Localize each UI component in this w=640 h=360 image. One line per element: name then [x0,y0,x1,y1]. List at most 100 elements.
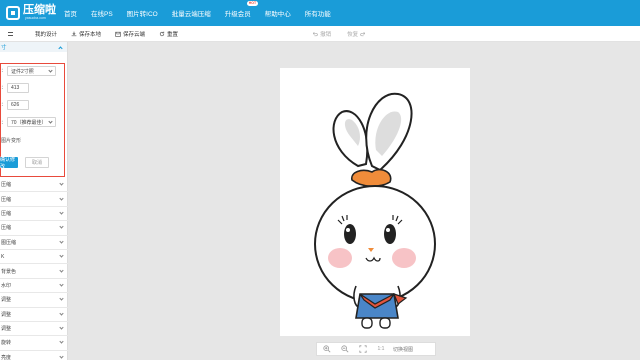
undo-icon [313,31,318,36]
chevron-down-icon [59,210,64,215]
tool-accordion-list: 压缩 压缩 压缩 压缩 图压缩 K 背景色 水印 调整 调整 调整 旋转 亮度 [0,178,68,360]
deform-option[interactable]: 图片变形 [1,137,21,144]
accordion-item[interactable]: 调整 [0,322,68,337]
hot-badge: HOT [246,1,259,6]
chevron-down-icon [59,224,64,229]
zoom-toolbar: 1:1 切换视图 [316,342,436,356]
logo-subtitle: yasuoba.com [25,16,46,20]
chevron-down-icon [48,118,53,124]
width-input[interactable]: 413 [7,83,29,93]
cancel-button[interactable]: 取消 [25,157,49,168]
save-cloud-label: 保存云端 [123,31,146,38]
accordion-label: 亮度 [1,354,12,360]
save-local-label: 保存本地 [79,31,102,38]
fit-screen-icon[interactable] [357,345,369,353]
accordion-item[interactable]: K [0,250,68,265]
accordion-item[interactable]: 图压缩 [0,236,68,250]
nav-all-features[interactable]: 所有功能 [305,8,331,18]
zoom-out-icon[interactable] [339,345,351,353]
tool-sidebar: 寸 ： 证件2寸照 ： 413 ： 626 ： 70（推荐最佳） 图片变形 确认… [0,42,68,360]
undo-button[interactable]: 撤销 [312,30,331,38]
chevron-down-icon [59,296,64,301]
accordion-label: 背景色 [1,268,17,275]
height-input[interactable]: 626 [7,100,29,110]
accordion-label: 调整 [1,311,12,318]
menu-button[interactable] [8,31,13,36]
toggle-view-button[interactable]: 切换视图 [393,346,413,353]
resize-section-header[interactable]: 寸 [0,42,67,52]
chevron-down-icon [59,239,64,244]
accordion-label: K [1,253,5,260]
download-icon [71,31,77,36]
redo-button[interactable]: 恢复 [347,30,366,38]
my-design-label: 我的设计 [35,31,58,38]
nav-batch-cloud-compress[interactable]: 批量云端压缩 [172,8,211,18]
chevron-down-icon [59,195,64,201]
quality-select[interactable]: 70（推荐最佳） [7,117,56,127]
nav-online-ps[interactable]: 在线PS [91,8,113,18]
image-canvas[interactable] [280,68,470,336]
logo-text: 压缩啦 [23,4,56,16]
quality-value: 70（推荐最佳） [11,119,47,126]
top-navbar: 压缩啦 yasuoba.com 首页 在线PS 图片转ICO 批量云端压缩 升级… [0,0,640,26]
width-value: 413 [11,85,20,91]
chevron-down-icon [59,253,64,258]
rabbit-illustration [314,92,436,329]
undo-label: 撤销 [320,31,332,38]
editor-canvas-area: 1:1 切换视图 [68,42,640,360]
width-label: ： [1,85,7,91]
menu-icon [8,31,13,36]
accordion-label: 调整 [1,326,12,333]
save-local-button[interactable]: 保存本地 [71,30,101,38]
accordion-item[interactable]: 调整 [0,308,68,322]
accordion-label: 图压缩 [1,239,17,246]
chevron-down-icon [59,354,64,359]
chevron-down-icon [59,325,64,330]
zoom-in-icon[interactable] [321,345,333,353]
my-design-button[interactable]: 我的设计 [35,30,57,38]
logo[interactable]: 压缩啦 yasuoba.com [6,0,56,26]
accordion-item[interactable]: 调整 [0,293,68,308]
accordion-item[interactable]: 背景色 [0,264,68,279]
main-nav: 首页 在线PS 图片转ICO 批量云端压缩 升级会员 HOT 帮助中心 所有功能 [64,0,345,26]
save-cloud-button[interactable]: 保存云端 [115,30,145,38]
cloud-save-icon [115,31,121,37]
accordion-item[interactable]: 亮度 [0,351,68,360]
accordion-item[interactable]: 压缩 [0,178,68,193]
nav-image-to-ico[interactable]: 图片转ICO [127,8,158,18]
accordion-item[interactable]: 压缩 [0,207,68,222]
chevron-down-icon [59,181,64,186]
actual-size-button[interactable]: 1:1 [375,346,387,352]
accordion-item[interactable]: 水印 [0,279,68,294]
accordion-label: 压缩 [1,196,12,203]
redo-label: 恢复 [347,31,359,38]
accordion-item[interactable]: 压缩 [0,221,68,236]
size-preset-label: ： [1,68,7,74]
size-preset-select[interactable]: 证件2寸照 [7,66,56,76]
reset-button[interactable]: 重置 [159,30,178,38]
nav-home[interactable]: 首页 [64,8,77,18]
accordion-label: 压缩 [1,225,12,232]
nav-help-center[interactable]: 帮助中心 [265,8,291,18]
accordion-item[interactable]: 压缩 [0,192,68,207]
editor-toolbar: 我的设计 保存本地 保存云端 重置 撤销 恢复 [0,26,640,42]
accordion-label: 压缩 [1,182,12,189]
accordion-label: 水印 [1,282,12,289]
redo-icon [360,31,366,36]
chevron-down-icon [48,67,53,73]
nav-upgrade-label: 升级会员 [224,11,251,18]
quality-label: ： [1,120,7,126]
accordion-label: 压缩 [1,210,12,217]
resize-section-title: 寸 [1,45,7,51]
chevron-down-icon [59,339,64,345]
chevron-down-icon [59,267,64,273]
nav-upgrade-member[interactable]: 升级会员 HOT [224,1,259,18]
accordion-label: 旋转 [1,340,12,347]
reset-label: 重置 [167,31,179,38]
apply-button[interactable]: 确认修改 [0,157,18,170]
height-value: 626 [11,102,20,108]
chevron-down-icon [59,282,64,287]
chevron-up-icon [58,45,63,51]
accordion-label: 调整 [1,297,12,304]
accordion-item[interactable]: 旋转 [0,336,68,351]
